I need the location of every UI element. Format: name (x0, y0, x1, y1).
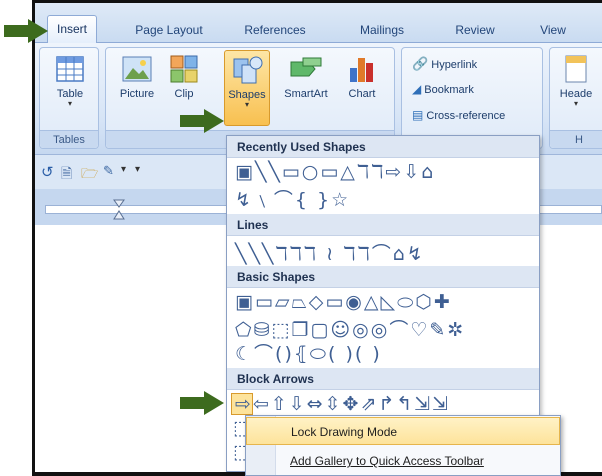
tab-mailings[interactable]: Mailings (347, 17, 417, 43)
basic-shapes-row-2[interactable]: ⬠⛁⬚❐▢☺◎◎⌒♡✎✲ (235, 315, 465, 342)
chart-button-label: Chart (348, 88, 376, 100)
bookmark-button[interactable]: ◢ Bookmark (412, 82, 474, 96)
header-icon (565, 55, 587, 83)
tab-references[interactable]: References (235, 17, 315, 43)
cross-reference-button[interactable]: ▤ Cross-reference (412, 108, 505, 122)
cross-reference-icon: ▤ (412, 108, 424, 122)
illustrations-group: Picture Clip Shapes ▾ SmartArt Chart (105, 47, 395, 149)
chevron-down-icon: ▾ (244, 100, 249, 109)
undo-icon[interactable]: ↺ (41, 163, 54, 181)
tab-page-layout[interactable]: Page Layout (129, 17, 209, 43)
customize-toolbar-icon[interactable]: ▾ (135, 164, 140, 175)
table-button[interactable]: Table ▾ (46, 54, 94, 108)
table-icon (56, 56, 84, 82)
lines-row-1[interactable]: ╲╲╲ℸℸℸ ≀ ℸℸ⌒⌂↯ (235, 239, 425, 266)
hyperlink-label: Hyperlink (431, 59, 478, 71)
bookmark-label: Bookmark (424, 84, 474, 96)
chevron-down-icon: ▾ (573, 99, 578, 108)
hyperlink-button[interactable]: 🔗 Hyperlink (412, 56, 477, 72)
clip-art-icon (170, 55, 198, 83)
recent-shapes-row-2[interactable]: ↯﹨⌒{ }☆ (235, 185, 350, 212)
clip-art-button-label: Clip (174, 88, 194, 100)
gallery-section-block-arrows: Block Arrows (227, 368, 539, 390)
globe-link-icon: 🔗 (412, 56, 429, 71)
recent-shapes-row-1[interactable]: ▣╲╲▭○▭△ℸℸ⇨⇩⌂ (235, 161, 435, 183)
ribbon-tab-bar: Insert Page Layout References Mailings R… (35, 3, 602, 44)
clip-art-button[interactable]: Clip (166, 54, 202, 100)
block-arrow-pointer-arrow (180, 391, 224, 415)
gallery-section-lines: Lines (227, 214, 539, 236)
gallery-context-menu: Lock Drawing Mode Add Gallery to Quick A… (245, 415, 561, 476)
print-preview-icon[interactable]: 🗎 (61, 163, 72, 187)
header-footer-group: Heade ▾ H (549, 47, 602, 149)
shapes-button-pointer-arrow (180, 109, 224, 133)
add-gallery-to-qat-item[interactable]: Add Gallery to Quick Access Toolbar (246, 447, 560, 475)
block-arrows-row-1[interactable]: ⇨⇦⇧⇩⇔⇳✥⇗↱↰⇲⇲ (235, 393, 450, 415)
gallery-section-recently-used: Recently Used Shapes (227, 136, 539, 158)
tables-group-label: Tables (40, 130, 98, 148)
header-button[interactable]: Heade ▾ (554, 54, 598, 108)
smartart-button[interactable]: SmartArt (276, 54, 336, 100)
gallery-section-basic-shapes: Basic Shapes (227, 266, 539, 288)
header-group-label: H (550, 130, 602, 148)
add-gallery-to-qat-label: Add Gallery to Quick Access Toolbar (290, 454, 484, 468)
cross-reference-label: Cross-reference (426, 110, 506, 122)
chart-icon (350, 58, 373, 82)
format-painter-icon[interactable]: ✎ (103, 163, 114, 179)
picture-icon (122, 56, 152, 82)
tab-review[interactable]: Review (445, 17, 505, 43)
open-folder-icon[interactable]: 🗁 (81, 163, 98, 187)
word-window: Insert Page Layout References Mailings R… (0, 0, 602, 476)
shapes-button[interactable]: Shapes ▾ (224, 50, 270, 126)
chart-button[interactable]: Chart (340, 54, 384, 100)
basic-shapes-row-3[interactable]: ☾⌒()⦃⬭( )( ) (235, 339, 382, 366)
basic-shapes-row-1[interactable]: ▣▭▱⏢◇▭◉△◺⬭⬡✚ (235, 291, 452, 313)
tables-group: Table ▾ Tables (39, 47, 99, 149)
indent-marker-icon[interactable] (113, 199, 125, 221)
picture-button[interactable]: Picture (114, 54, 160, 100)
shapes-icon (233, 56, 263, 84)
tab-insert[interactable]: Insert (47, 15, 97, 44)
chevron-down-icon[interactable]: ▾ (121, 164, 126, 175)
chevron-down-icon: ▾ (67, 99, 72, 108)
links-group: 🔗 Hyperlink ◢ Bookmark ▤ Cross-reference (401, 47, 543, 149)
insert-tab-pointer-arrow (4, 19, 48, 43)
tab-view[interactable]: View (528, 17, 578, 43)
picture-button-label: Picture (119, 88, 155, 100)
bookmark-flag-icon: ◢ (412, 82, 422, 96)
lock-drawing-mode-item[interactable]: Lock Drawing Mode (246, 417, 560, 445)
smartart-icon (290, 57, 322, 77)
smartart-button-label: SmartArt (284, 88, 328, 100)
